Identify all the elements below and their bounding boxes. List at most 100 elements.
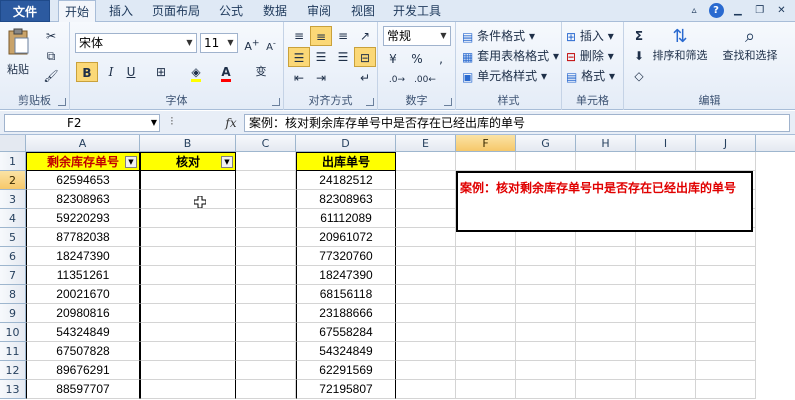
cell[interactable] [456,304,516,323]
cell[interactable] [576,152,636,171]
table-cell-d[interactable]: 24182512 [296,171,396,190]
cell[interactable] [456,266,516,285]
close-icon[interactable]: ✕ [774,3,789,18]
row-header-13[interactable]: 13 [0,380,26,399]
row-header-8[interactable]: 8 [0,285,26,304]
decrease-indent-button[interactable]: ⇤ [288,68,310,88]
paste-button[interactable]: 粘贴 [6,28,30,86]
column-header-g[interactable]: G [516,135,576,152]
cell[interactable] [236,152,296,171]
table-cell-d[interactable]: 18247390 [296,266,396,285]
cell[interactable] [396,285,456,304]
note-text-box[interactable]: 案例：核对剩余库存单号中是否存在已经出库的单号 [456,171,753,232]
table-cell-a[interactable]: 67507828 [26,342,140,361]
cell[interactable] [576,361,636,380]
cell[interactable] [456,361,516,380]
comma-button[interactable]: , [430,49,452,69]
table-cell-b[interactable] [140,171,236,190]
column-header-h[interactable]: H [576,135,636,152]
italic-button[interactable]: I [100,62,122,82]
row-header-4[interactable]: 4 [0,209,26,228]
cell[interactable] [696,323,756,342]
align-bottom-button[interactable]: ≡ [332,26,354,46]
cell[interactable] [396,152,456,171]
cell[interactable] [396,323,456,342]
table-cell-a[interactable]: 89676291 [26,361,140,380]
tab-insert[interactable]: 插入 [102,0,140,22]
cell[interactable] [576,380,636,399]
cell[interactable] [236,342,296,361]
header-cell-d[interactable]: 出库单号 [296,152,396,171]
underline-button[interactable]: U [120,62,142,82]
cell[interactable] [636,342,696,361]
column-header-e[interactable]: E [396,135,456,152]
cell[interactable] [636,266,696,285]
cell[interactable] [456,247,516,266]
table-cell-d[interactable]: 54324849 [296,342,396,361]
alignment-launcher-icon[interactable] [366,98,374,106]
align-right-button[interactable]: ☰ [332,47,354,67]
cell[interactable] [396,342,456,361]
fill-color-button[interactable]: ◈ [185,62,207,82]
cell[interactable] [696,247,756,266]
font-name-select[interactable]: 宋体 ▼ [75,33,197,53]
insert-function-button[interactable]: fx [220,114,242,132]
cell[interactable] [516,247,576,266]
table-cell-a[interactable]: 20021670 [26,285,140,304]
cell[interactable] [696,285,756,304]
cell[interactable] [456,285,516,304]
format-as-table-button[interactable]: ▦ 套用表格格式 ▾ [462,46,559,66]
table-cell-b[interactable] [140,285,236,304]
restore-icon[interactable]: ❐ [752,3,767,18]
cell[interactable] [636,380,696,399]
format-painter-button[interactable]: 🖌 [40,66,62,86]
fill-button[interactable]: ⬇ [628,46,650,66]
cell[interactable] [236,171,296,190]
tab-data[interactable]: 数据 [256,0,294,22]
number-launcher-icon[interactable] [444,98,452,106]
format-cells-button[interactable]: ▤ 格式 ▾ [566,66,615,86]
table-cell-d[interactable]: 72195807 [296,380,396,399]
cell[interactable] [456,380,516,399]
cell[interactable] [636,361,696,380]
table-cell-b[interactable] [140,304,236,323]
clear-button[interactable]: ◇ [628,66,650,86]
cell[interactable] [236,266,296,285]
align-top-button[interactable]: ≡ [288,26,310,46]
phonetic-button[interactable]: 变 [250,62,272,82]
header-cell-b[interactable]: 核对 ▼ [140,152,236,171]
cell[interactable] [396,380,456,399]
cell[interactable] [576,342,636,361]
cell[interactable] [636,323,696,342]
sort-filter-button[interactable]: ⇅ 排序和筛选 [652,26,708,63]
table-cell-a[interactable]: 82308963 [26,190,140,209]
column-header-d[interactable]: D [296,135,396,152]
tab-file[interactable]: 文件 [0,0,50,22]
column-header-f[interactable]: F [456,135,516,152]
borders-button[interactable]: ⊞ [150,62,172,82]
table-cell-b[interactable] [140,247,236,266]
cell[interactable] [696,380,756,399]
increase-indent-button[interactable]: ⇥ [310,68,332,88]
font-launcher-icon[interactable] [272,98,280,106]
font-size-select[interactable]: 11 ▼ [200,33,238,53]
cell[interactable] [396,190,456,209]
minimize-icon[interactable]: ▁ [730,3,745,18]
cell[interactable] [236,380,296,399]
cell[interactable] [236,304,296,323]
shrink-font-button[interactable]: A- [260,33,282,53]
align-center-button[interactable]: ☰ [310,47,332,67]
cell[interactable] [236,209,296,228]
cell[interactable] [236,285,296,304]
cell[interactable] [516,266,576,285]
cell[interactable] [576,266,636,285]
delete-cells-button[interactable]: ⊟ 删除 ▾ [566,46,614,66]
cell[interactable] [636,152,696,171]
orientation-button[interactable]: ↗ [354,26,376,46]
cell[interactable] [236,323,296,342]
merge-center-button[interactable]: ⊟ [354,47,376,67]
formula-input[interactable]: 案例：核对剩余库存单号中是否存在已经出库的单号 [244,114,790,132]
table-cell-a[interactable]: 88597707 [26,380,140,399]
header-cell-a[interactable]: 剩余库存单号 ▼ [26,152,140,171]
column-header-j[interactable]: J [696,135,756,152]
